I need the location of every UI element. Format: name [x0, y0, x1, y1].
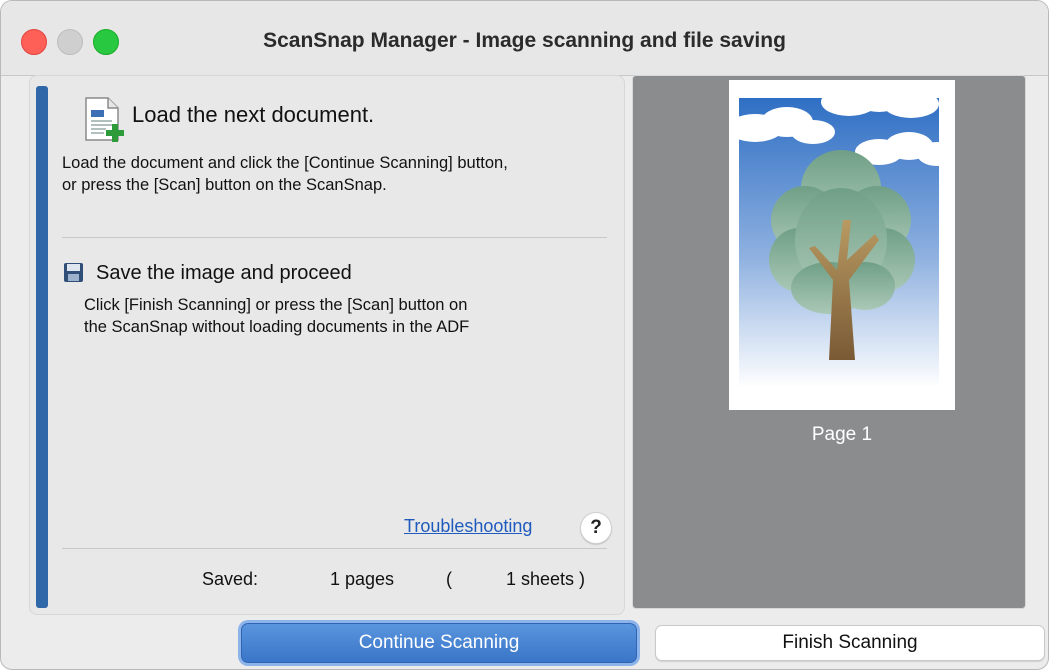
document-add-icon	[85, 97, 124, 142]
sheets-open-paren: (	[446, 569, 452, 589]
load-step-instructions: Load the document and click the [Continu…	[62, 154, 508, 194]
finish-scanning-button[interactable]: Finish Scanning	[655, 625, 1045, 661]
floppy-disk-icon	[64, 263, 83, 282]
status-divider	[62, 548, 607, 549]
save-step-instructions: Click [Finish Scanning] or press the [Sc…	[84, 296, 470, 336]
progress-accent-bar	[36, 86, 48, 608]
saved-sheets-count: 1 sheets )	[506, 569, 586, 589]
preview-panel: Page 1	[632, 75, 1026, 609]
instructions-panel: Load the next document. Load the documen…	[29, 75, 625, 615]
saved-pages-count: 1 pages	[330, 569, 395, 589]
title-bar: ScanSnap Manager - Image scanning and fi…	[1, 1, 1048, 76]
scansnap-window: ScanSnap Manager - Image scanning and fi…	[0, 0, 1049, 670]
help-icon[interactable]: ?	[580, 512, 612, 544]
troubleshooting-link[interactable]: Troubleshooting	[404, 516, 532, 537]
continue-scanning-button[interactable]: Continue Scanning	[241, 623, 637, 663]
load-step-heading: Load the next document.	[132, 102, 375, 127]
page-label: Page 1	[811, 424, 873, 445]
page-thumbnail[interactable]	[729, 80, 955, 410]
window-title: ScanSnap Manager - Image scanning and fi…	[263, 29, 786, 52]
saved-label: Saved:	[202, 569, 259, 589]
save-step-heading: Save the image and proceed	[96, 262, 352, 284]
section-divider	[62, 237, 607, 238]
